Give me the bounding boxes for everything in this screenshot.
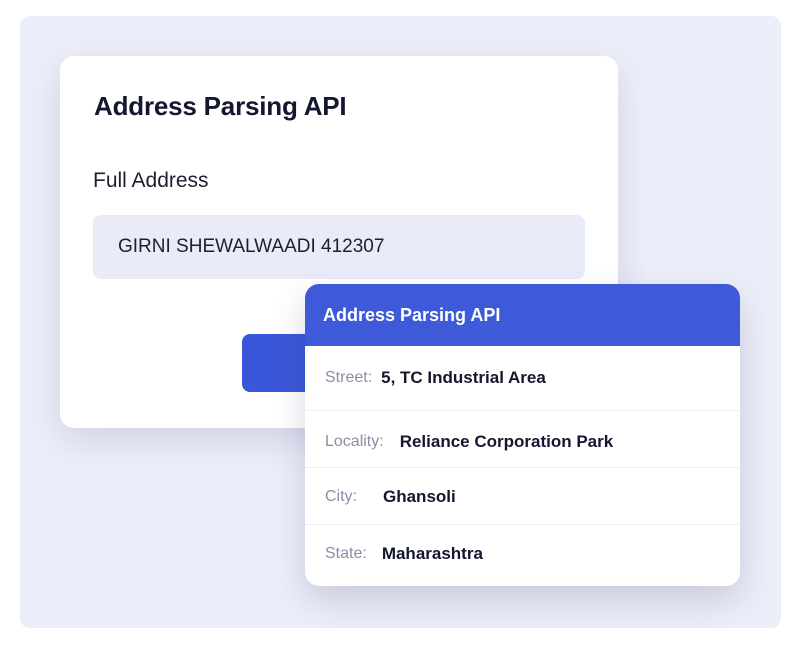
- result-row-locality: Locality: Reliance Corporation Park: [305, 411, 740, 468]
- full-address-label: Full Address: [93, 169, 209, 192]
- result-header: Address Parsing API: [305, 284, 740, 346]
- state-value: Maharashtra: [381, 544, 483, 563]
- street-label: Street:: [325, 369, 373, 386]
- result-row-state: State: Maharashtra: [305, 525, 740, 583]
- street-value: 5, TC Industrial Area: [381, 368, 546, 387]
- full-address-input[interactable]: [93, 215, 585, 279]
- city-value: Ghansoli: [383, 487, 456, 506]
- form-title: Address Parsing API: [94, 91, 347, 121]
- locality-value: Reliance Corporation Park: [399, 432, 614, 451]
- city-label: City:: [325, 488, 357, 505]
- result-row-street: Street: 5, TC Industrial Area: [305, 346, 740, 411]
- parsed-result-panel: Address Parsing API Street: 5, TC Indust…: [305, 284, 740, 586]
- result-row-city: City: Ghansoli: [305, 468, 740, 525]
- state-label: State:: [325, 545, 367, 562]
- locality-label: Locality:: [325, 433, 384, 450]
